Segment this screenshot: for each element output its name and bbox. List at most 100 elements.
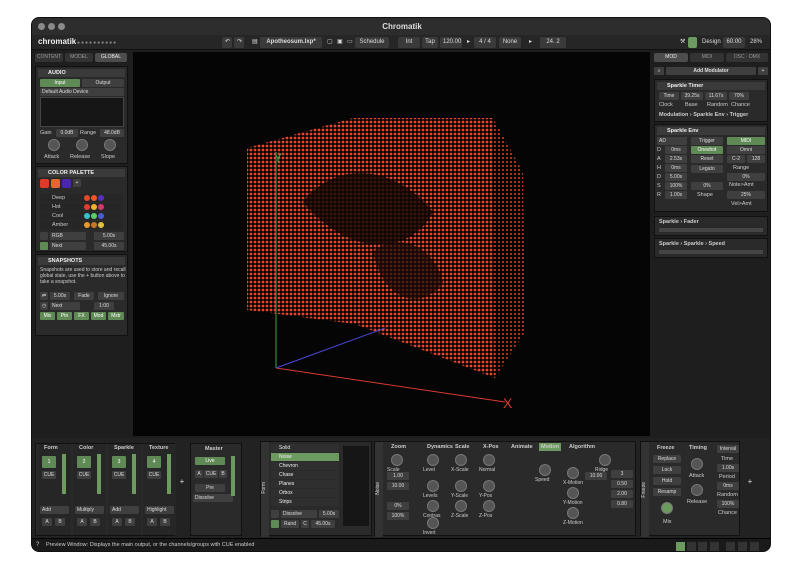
rand-select[interactable]: Rand [281, 520, 299, 528]
ab-b[interactable]: B [55, 518, 65, 526]
env-sustain[interactable]: 100% [665, 182, 687, 190]
tab-osc-dmx[interactable]: OSC · DMX [726, 53, 768, 62]
freeze-random[interactable]: 100% [717, 500, 739, 508]
timer-percent[interactable]: 70% [729, 92, 749, 100]
freeze-time[interactable]: 1.00s [717, 464, 739, 472]
dissolve-toggle[interactable] [271, 510, 279, 518]
reset-button[interactable]: Reset [691, 155, 723, 163]
noise-value[interactable]: 100% [387, 512, 409, 520]
c-button[interactable]: C [301, 520, 309, 528]
note-amt-value[interactable]: 0% [727, 173, 765, 181]
range-field[interactable]: 48.0dB [100, 129, 124, 137]
channel-number[interactable]: 1 [42, 456, 56, 468]
blend-select[interactable]: Add [110, 506, 139, 514]
noise-knob[interactable] [483, 454, 495, 466]
attack-knob[interactable] [48, 139, 60, 151]
noise-knob[interactable] [455, 454, 467, 466]
channel-fader[interactable] [167, 454, 171, 494]
filter-ptn[interactable]: Ptn [57, 312, 72, 320]
channel-number[interactable]: 2 [77, 456, 91, 468]
release-knob[interactable] [76, 139, 88, 151]
schedule-button[interactable]: Schedule [355, 37, 389, 48]
search-icon[interactable]: ⌕ [654, 67, 664, 75]
project-name[interactable]: Apotheosum.lxp* [260, 37, 322, 48]
channel-fader[interactable] [97, 454, 101, 494]
env-delay[interactable]: 0ms [665, 146, 687, 154]
palette-row[interactable]: Deep [40, 194, 123, 202]
ab-a[interactable]: A [42, 518, 52, 526]
noise-knob[interactable] [455, 480, 467, 492]
note-field[interactable]: C-2 [727, 155, 745, 163]
tab-midi[interactable]: MIDI [690, 53, 724, 62]
ab-b[interactable]: B [125, 518, 135, 526]
tab-model[interactable]: MODEL [65, 53, 93, 62]
clock-mode-select[interactable]: Int [398, 37, 420, 48]
mod-mapping-1[interactable]: Sparkle › Fader [654, 216, 768, 236]
blend-select[interactable]: Add [40, 506, 69, 514]
noise-knob[interactable] [427, 480, 439, 492]
filter-fx[interactable]: FX [74, 312, 89, 320]
noise-knob[interactable] [567, 467, 579, 479]
timer-value[interactable]: 11.67s [705, 92, 727, 100]
midi-button[interactable]: MIDI [727, 137, 765, 145]
channel-fader[interactable] [62, 454, 66, 494]
rand-toggle[interactable] [271, 520, 279, 528]
noise-value[interactable]: 2.00 [611, 490, 633, 498]
master-cue[interactable]: CUE [204, 470, 218, 478]
rgb-toggle[interactable] [40, 232, 48, 240]
next-select[interactable]: Next [50, 242, 86, 250]
design-toggle[interactable] [688, 37, 697, 48]
noise-knob[interactable] [539, 464, 551, 476]
timer-time[interactable]: 39.25s [681, 92, 703, 100]
noise-value[interactable]: 10.00 [585, 472, 607, 480]
panel-icon[interactable] [726, 542, 735, 551]
fps-field[interactable]: 60.00 [723, 37, 745, 48]
help-icon[interactable]: ? [36, 542, 39, 548]
preview-viewport[interactable]: Y X [133, 52, 650, 436]
channel-number[interactable]: 4 [147, 456, 161, 468]
add-icon[interactable]: + [758, 67, 768, 75]
clock-icon[interactable]: ◷ [40, 302, 48, 310]
palette-swatch-3[interactable] [62, 179, 71, 188]
bpm-field[interactable]: 120.00 [440, 37, 462, 48]
palette-swatch-1[interactable] [40, 179, 49, 188]
live-button[interactable]: Live [195, 457, 225, 465]
rgb-select[interactable]: RGB [50, 232, 86, 240]
file-icon[interactable]: ▤ [249, 37, 258, 48]
add-effect-icon[interactable]: + [746, 478, 754, 486]
ab-a[interactable]: A [147, 518, 157, 526]
noise-value[interactable]: 0% [387, 502, 409, 510]
noise-knob[interactable] [391, 454, 403, 466]
tempo-field[interactable]: 24. 2 [540, 37, 566, 48]
replace-select[interactable]: Replace [653, 455, 681, 463]
env-mode-select[interactable]: AD [657, 137, 687, 145]
snapshot-next-select[interactable]: Next [50, 302, 80, 310]
channel-number[interactable]: 3 [112, 456, 126, 468]
legato-button[interactable]: Legato [691, 165, 723, 173]
new-icon[interactable]: ▢ [324, 37, 333, 48]
blend-select[interactable]: Highlight [145, 506, 174, 514]
lock-button[interactable]: Lock [653, 466, 681, 474]
noise-value[interactable]: 1.00 [387, 472, 409, 480]
undo-icon[interactable]: ↶ [222, 37, 232, 48]
env-hold[interactable]: 0ms [665, 164, 687, 172]
wrench-icon[interactable]: ⚒ [677, 37, 685, 48]
noise-knob[interactable] [599, 454, 611, 466]
tap-button[interactable]: Tap [422, 37, 438, 48]
slope-knob[interactable] [104, 139, 116, 151]
env-decay[interactable]: 5.00s [665, 173, 687, 181]
snapshot-val[interactable]: 1:00 [94, 302, 114, 310]
master-dissolve[interactable]: Dissolve [193, 494, 233, 502]
noise-knob[interactable] [567, 507, 579, 519]
noise-knob[interactable] [427, 517, 439, 529]
palette-row[interactable]: Amber [40, 221, 123, 229]
attack-knob-freeze[interactable] [691, 458, 703, 470]
add-swatch-icon[interactable]: + [73, 179, 81, 187]
tab-global[interactable]: GLOBAL [95, 53, 127, 62]
minimize-button[interactable] [48, 23, 55, 30]
nudge-icon[interactable]: ▸ [526, 37, 534, 48]
ab-a[interactable]: A [77, 518, 87, 526]
close-button[interactable] [38, 23, 45, 30]
audio-device-select[interactable]: Default Audio Device [40, 88, 124, 96]
hold-button[interactable]: Hold [653, 477, 681, 485]
